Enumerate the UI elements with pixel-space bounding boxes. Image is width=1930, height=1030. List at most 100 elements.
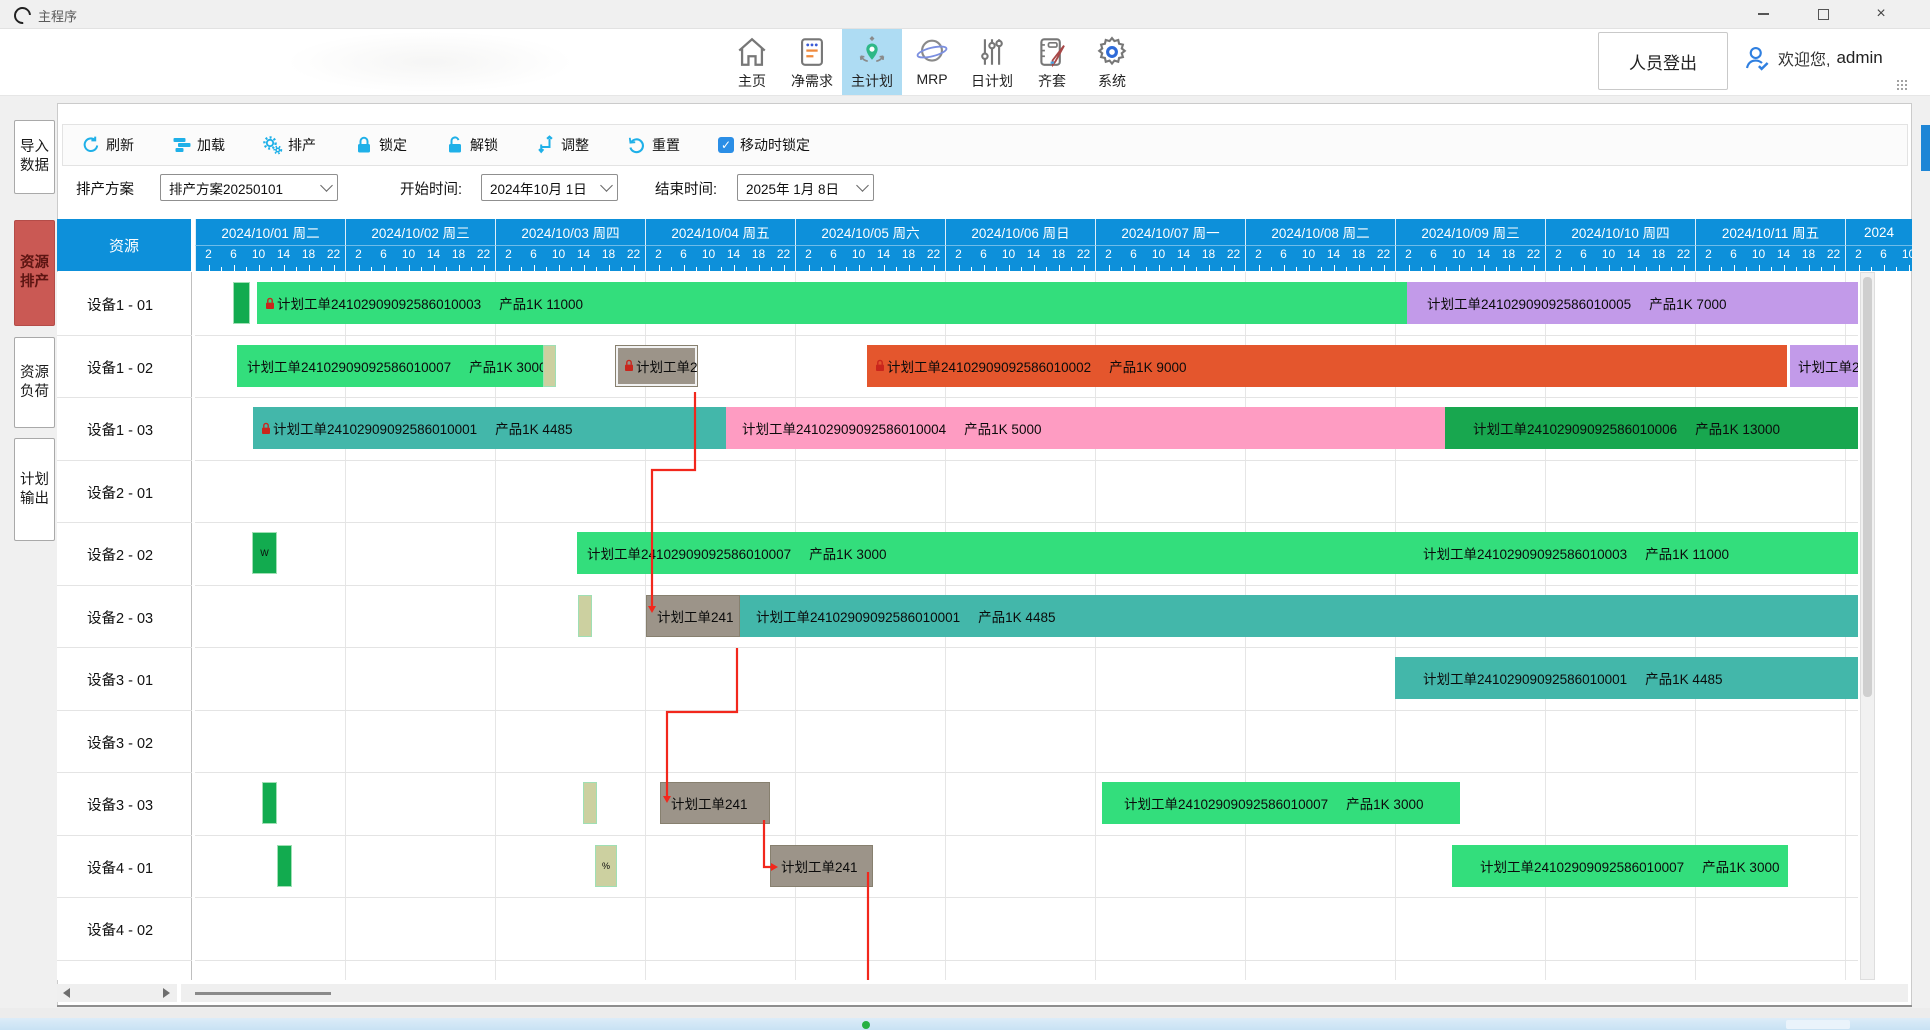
sidebar-tab-资源排产[interactable]: 资源 排产 xyxy=(14,220,55,326)
vertical-scrollbar[interactable] xyxy=(1860,272,1875,980)
plan-pin-icon xyxy=(855,35,889,69)
scroll-left-arrow-icon[interactable] xyxy=(63,988,70,998)
gantt-bar[interactable]: 计划工单241 xyxy=(770,845,873,887)
plan-select[interactable]: 排产方案20250101 xyxy=(160,174,338,201)
sidebar-tab-资源负荷[interactable]: 资源 负荷 xyxy=(14,337,55,428)
close-button[interactable]: × xyxy=(1858,0,1904,28)
gantt-bar[interactable] xyxy=(277,845,292,887)
resize-grip[interactable] xyxy=(1896,79,1908,91)
gantt-bar[interactable]: 计划工单24102909092586010006产品1K 13000 xyxy=(1445,407,1858,449)
day-header-cell[interactable]: 2024/10/01 周二 xyxy=(195,219,345,246)
gantt-bar-selected[interactable]: 计划工单2 xyxy=(615,345,698,387)
row-gridline xyxy=(195,835,1858,836)
toolbar-button-排产[interactable]: 排产 xyxy=(257,131,322,159)
gantt-bar[interactable] xyxy=(583,782,597,824)
gantt-bar[interactable]: 计划工单24102909092586010007产品1K 3000 xyxy=(237,345,543,387)
day-header-cell[interactable]: 2024/10/05 周六 xyxy=(795,219,945,246)
end-time-select[interactable]: 2025年 1月 8日 xyxy=(737,174,874,201)
gantt-bar[interactable]: 计划工单24102909092586010003产品1K 11000 xyxy=(257,282,1407,324)
day-header-cell[interactable]: 2024 xyxy=(1845,219,1912,246)
chevron-down-icon xyxy=(320,179,333,192)
gantt-bar[interactable]: 计划工单24102909092586010003产品1K 11000 xyxy=(1407,532,1858,574)
hour-header-strip: 2610141822 xyxy=(645,246,795,271)
nav-item-净需求[interactable]: 净需求 xyxy=(782,29,842,95)
sidebar-tab-导入数据[interactable]: 导入 数据 xyxy=(14,120,55,194)
gantt-bar[interactable]: 计划工单2 xyxy=(1790,345,1858,387)
gantt-bar[interactable]: 计划工单24102909092586010005产品1K 7000 xyxy=(1407,282,1858,324)
row-separator xyxy=(57,647,192,648)
nav-item-MRP[interactable]: MRP xyxy=(902,29,962,95)
gantt-bar[interactable]: 计划工单24102909092586010007产品1K 3000 xyxy=(1452,845,1788,887)
vertical-scrollbar-thumb[interactable] xyxy=(1863,277,1872,697)
scroll-right-arrow-icon[interactable] xyxy=(163,988,170,998)
hour-tick xyxy=(1859,265,1860,271)
hour-tick xyxy=(1534,265,1535,271)
gantt-bar[interactable]: 计划工单24102909092586010007产品1K 3000 xyxy=(1102,782,1460,824)
gantt-bar[interactable]: 计划工单24102909092586010001产品1K 4485 xyxy=(1395,657,1858,699)
toolbar-button-解锁[interactable]: 解锁 xyxy=(439,131,504,159)
taskbar-widget[interactable] xyxy=(1786,1020,1850,1029)
bar-product-qty: 产品1K 4485 xyxy=(978,606,1055,626)
hour-tick xyxy=(1684,265,1685,271)
gantt-bar[interactable]: 计划工单24102909092586010001产品1K 4485 xyxy=(740,595,1858,637)
hour-label: 14 xyxy=(1174,247,1194,261)
toolbar-button-调整[interactable]: 调整 xyxy=(530,131,595,159)
taskbar-app-dot-icon[interactable] xyxy=(862,1021,870,1029)
bar-order-number: 计划工单241 xyxy=(671,793,748,813)
day-header-cell[interactable]: 2024/10/09 周三 xyxy=(1395,219,1545,246)
gantt-bar[interactable]: 计划工单241 xyxy=(646,595,740,637)
hour-tick xyxy=(659,265,660,271)
day-header-cell[interactable]: 2024/10/11 周五 xyxy=(1695,219,1845,246)
minimize-button[interactable] xyxy=(1740,0,1786,28)
hour-label: 6 xyxy=(524,247,544,261)
hour-tick xyxy=(1234,265,1235,271)
toolbar-button-加载[interactable]: 加载 xyxy=(166,131,231,159)
day-header-cell[interactable]: 2024/10/04 周五 xyxy=(645,219,795,246)
row-gridline xyxy=(195,460,1858,461)
hour-label: 18 xyxy=(899,247,919,261)
nav-item-主页[interactable]: 主页 xyxy=(722,29,782,95)
day-header-cell[interactable]: 2024/10/02 周三 xyxy=(345,219,495,246)
hour-tick xyxy=(546,267,547,271)
sidebar-tab-计划输出[interactable]: 计划 输出 xyxy=(14,438,55,541)
gantt-bar[interactable] xyxy=(262,782,277,824)
gantt-bar[interactable]: W xyxy=(252,532,277,574)
labels-horizontal-scrollbar[interactable] xyxy=(57,984,177,1002)
chart-horizontal-scrollbar[interactable] xyxy=(181,984,1908,1002)
gantt-bar[interactable]: 计划工单24102909092586010001产品1K 4485 xyxy=(253,407,726,449)
maximize-button[interactable] xyxy=(1800,0,1846,28)
day-header-cell[interactable]: 2024/10/03 周四 xyxy=(495,219,645,246)
nav-item-齐套[interactable]: 齐套 xyxy=(1022,29,1082,95)
day-header-cell[interactable]: 2024/10/10 周四 xyxy=(1545,219,1695,246)
hour-tick xyxy=(1259,265,1260,271)
hour-tick xyxy=(1421,267,1422,271)
gantt-bar[interactable]: 计划工单241 xyxy=(660,782,770,824)
toolbar-button-刷新[interactable]: 刷新 xyxy=(75,131,140,159)
chart-horizontal-scrollbar-thumb[interactable] xyxy=(195,992,331,995)
toolbar-button-重置[interactable]: 重置 xyxy=(621,131,686,159)
nav-item-日计划[interactable]: 日计划 xyxy=(962,29,1022,95)
gantt-bar[interactable]: 计划工单24102909092586010002产品1K 9000 xyxy=(867,345,1787,387)
hour-tick xyxy=(259,265,260,271)
gantt-bar[interactable] xyxy=(578,595,592,637)
gantt-bar[interactable]: 计划工单24102909092586010004产品1K 5000 xyxy=(726,407,1445,449)
gantt-bar[interactable]: % xyxy=(595,845,617,887)
nav-item-主计划[interactable]: 主计划 xyxy=(842,29,902,95)
gantt-bar[interactable] xyxy=(543,345,556,387)
hour-label: 14 xyxy=(724,247,744,261)
day-header-cell[interactable]: 2024/10/07 周一 xyxy=(1095,219,1245,246)
gantt-bar[interactable]: 计划工单24102909092586010007产品1K 3000 xyxy=(577,532,1407,574)
hour-tick xyxy=(1171,267,1172,271)
hour-tick xyxy=(721,267,722,271)
nav-item-系统[interactable]: 系统 xyxy=(1082,29,1142,95)
main-window: 主程序 × 主页净需求主计划MRP日计划齐套系统 人员登出 欢迎您, admin… xyxy=(0,0,1930,1030)
hour-tick xyxy=(534,265,535,271)
logout-button[interactable]: 人员登出 xyxy=(1598,32,1728,90)
day-header-cell[interactable]: 2024/10/06 周日 xyxy=(945,219,1095,246)
move-lock-checkbox[interactable]: ✓ xyxy=(718,137,734,153)
toolbar-button-锁定[interactable]: 锁定 xyxy=(348,131,413,159)
day-header-cell[interactable]: 2024/10/08 周二 xyxy=(1245,219,1395,246)
gantt-bar[interactable] xyxy=(233,282,250,324)
start-time-select[interactable]: 2024年10月 1日 xyxy=(481,174,618,201)
row-separator xyxy=(57,335,192,336)
